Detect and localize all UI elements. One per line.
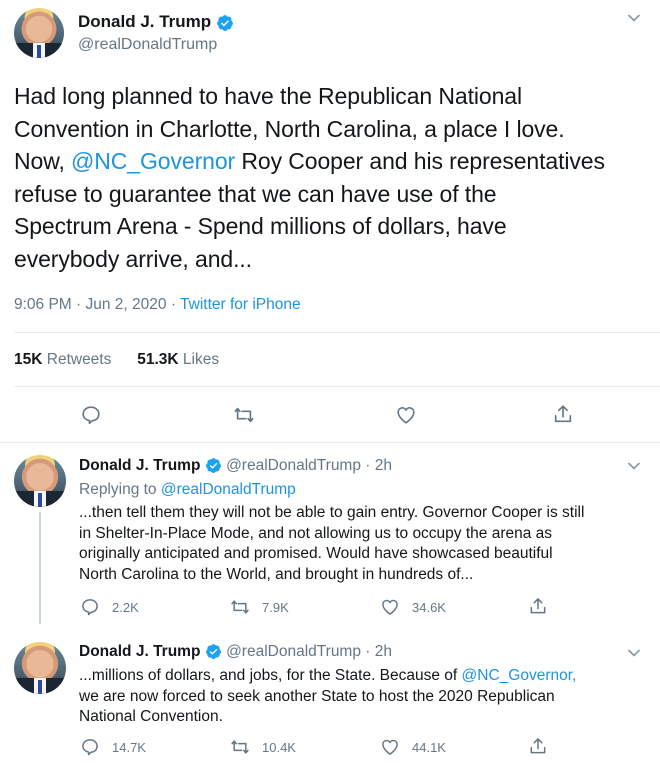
heart-icon bbox=[382, 739, 398, 755]
replying-to-label: Replying to bbox=[79, 481, 157, 498]
mention-link[interactable]: @NC_Governor, bbox=[462, 667, 577, 684]
reply-text-line: North Carolina to the World, and brought… bbox=[79, 565, 474, 583]
reply-text-line: originally anticipated and promised. Wou… bbox=[79, 545, 553, 562]
retweet-action[interactable]: 10.4K bbox=[230, 737, 296, 757]
reply-text-line: we are now forced to seek another State … bbox=[79, 687, 555, 705]
chevron-down-icon[interactable] bbox=[624, 456, 644, 476]
author-name[interactable]: Donald J. Trump bbox=[79, 457, 200, 474]
tweet-text-line: Now, @NC_Governor Roy Cooper and his rep… bbox=[14, 145, 654, 178]
author-handle[interactable]: @realDonaldTrump · 2h bbox=[226, 643, 392, 660]
reply-text: ...then tell them they will not be able … bbox=[79, 503, 644, 585]
reply-text-fragment: ...millions of dollars, and jobs, for th… bbox=[79, 667, 458, 684]
retweets-count: 15K bbox=[14, 351, 43, 368]
author-avatar[interactable] bbox=[14, 642, 66, 694]
reply-text: ...millions of dollars, and jobs, for th… bbox=[79, 666, 654, 728]
retweet-action[interactable]: 7.9K bbox=[230, 597, 289, 617]
tweet-text-line: everybody arrive, and... bbox=[14, 245, 252, 272]
divider bbox=[14, 332, 660, 333]
reply-text-line: ...millions of dollars, and jobs, for th… bbox=[79, 666, 654, 687]
tweet-stats: 15K Retweets 51.3K Likes bbox=[14, 351, 219, 369]
like-count: 34.6K bbox=[412, 599, 446, 615]
author-name[interactable]: Donald J. Trump bbox=[79, 643, 200, 660]
share-icon[interactable] bbox=[552, 403, 574, 425]
tweet-text: Had long planned to have the Republican … bbox=[14, 80, 654, 275]
like-action[interactable]: 44.1K bbox=[380, 737, 446, 757]
tweet-timestamp[interactable]: 9:06 PM · Jun 2, 2020 · bbox=[14, 296, 176, 313]
author-name[interactable]: Donald J. Trump bbox=[78, 12, 211, 31]
chevron-down-icon[interactable] bbox=[624, 643, 644, 663]
author-handle[interactable]: @realDonaldTrump · 2h bbox=[226, 457, 392, 474]
retweet-icon bbox=[231, 740, 249, 754]
likes-label: Likes bbox=[182, 351, 220, 368]
tweet-text-line: refuse to guarantee that we can have use… bbox=[14, 180, 497, 207]
heart-icon bbox=[382, 599, 398, 615]
verified-badge-icon bbox=[205, 458, 221, 474]
reply-text-line: in Shelter-In-Place Mode, and not allowi… bbox=[79, 524, 553, 542]
like-action[interactable]: 34.6K bbox=[380, 597, 446, 617]
retweet-count: 7.9K bbox=[262, 599, 289, 615]
retweets-label: Retweets bbox=[46, 351, 112, 368]
tweet-text-line: Spectrum Arena - Spend millions of dolla… bbox=[14, 213, 507, 239]
retweet-icon bbox=[231, 600, 249, 614]
reply-count: 2.2K bbox=[112, 599, 139, 615]
thread-connector-line bbox=[39, 512, 41, 624]
share-icon[interactable] bbox=[528, 596, 548, 616]
divider bbox=[0, 442, 660, 443]
verified-badge-icon bbox=[217, 14, 233, 31]
retweet-count: 10.4K bbox=[262, 739, 296, 755]
tweet-text-line: Had long planned to have the Republican … bbox=[14, 83, 522, 109]
tweet-text-fragment: Now, bbox=[14, 148, 65, 174]
reply-header: Donald J. Trump @realDonaldTrump · 2h bbox=[79, 457, 392, 475]
mention-link[interactable]: @NC_Governor bbox=[71, 148, 235, 174]
tweet-text-fragment: Roy Cooper and his representatives bbox=[241, 148, 605, 174]
tweet-source-link[interactable]: Twitter for iPhone bbox=[180, 296, 301, 313]
likes-count: 51.3K bbox=[137, 351, 179, 368]
author-avatar[interactable] bbox=[14, 455, 66, 507]
reply-text-line: National Convention. bbox=[79, 708, 223, 725]
chevron-down-icon[interactable] bbox=[624, 8, 644, 28]
reply-bubble-icon[interactable] bbox=[80, 404, 102, 426]
share-icon[interactable] bbox=[528, 736, 548, 756]
retweets-stat[interactable]: 15K Retweets bbox=[14, 351, 111, 368]
tweet-timestamp-row: 9:06 PM · Jun 2, 2020 · Twitter for iPho… bbox=[14, 296, 301, 314]
reply-text-line: ...then tell them they will not be able … bbox=[79, 504, 585, 521]
replying-to-handle[interactable]: @realDonaldTrump bbox=[161, 481, 296, 498]
reply-bubble-icon bbox=[82, 599, 98, 616]
heart-icon[interactable] bbox=[395, 404, 417, 426]
verified-badge-icon bbox=[205, 644, 221, 660]
retweet-icon[interactable] bbox=[232, 404, 256, 426]
author-handle[interactable]: @realDonaldTrump bbox=[78, 36, 217, 54]
divider bbox=[14, 386, 660, 387]
tweet-text-line: Convention in Charlotte, North Carolina,… bbox=[14, 115, 565, 142]
reply-action[interactable]: 2.2K bbox=[80, 597, 139, 617]
reply-count: 14.7K bbox=[112, 739, 146, 755]
author-avatar[interactable] bbox=[14, 8, 64, 58]
reply-bubble-icon bbox=[82, 739, 98, 756]
author-name-row[interactable]: Donald J. Trump bbox=[78, 12, 234, 32]
like-count: 44.1K bbox=[412, 739, 446, 755]
likes-stat[interactable]: 51.3K Likes bbox=[137, 351, 219, 368]
reply-header: Donald J. Trump @realDonaldTrump · 2h bbox=[79, 643, 392, 661]
reply-action[interactable]: 14.7K bbox=[80, 737, 146, 757]
replying-to: Replying to @realDonaldTrump bbox=[79, 481, 296, 499]
